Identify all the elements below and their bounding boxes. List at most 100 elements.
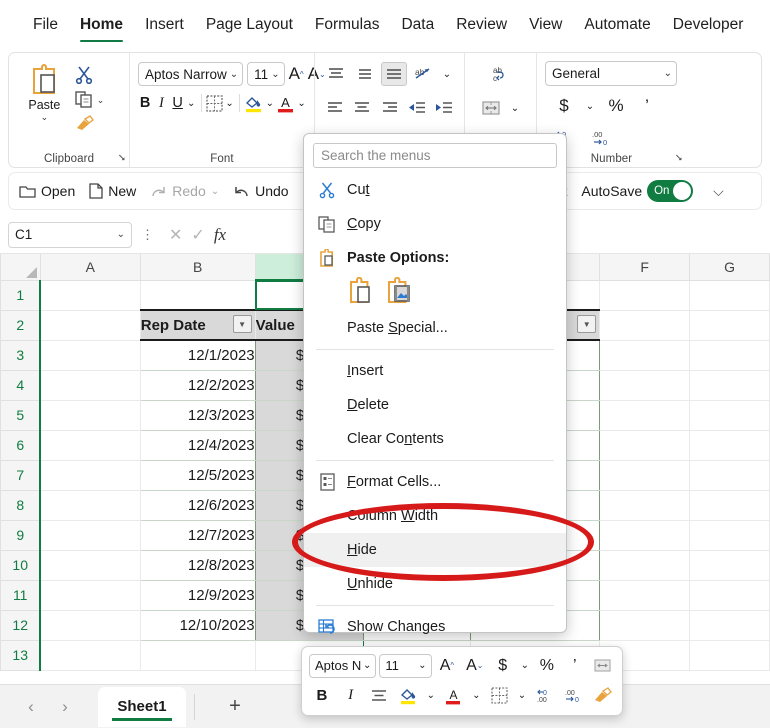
cell-f10[interactable] [599,549,691,581]
mini-shrink-font-button[interactable]: A ⌄ [462,654,487,678]
cell-g1[interactable] [689,279,770,311]
chevron-down-icon[interactable]: ⌄ [297,91,306,115]
cell-b3[interactable]: 12/1/2023 [139,339,256,371]
cell-f6[interactable] [599,429,691,461]
chevron-down-icon[interactable]: ⌄ [424,684,438,708]
chevron-down-icon[interactable]: ⌄ [469,684,483,708]
cell-f4[interactable] [599,369,691,401]
cell-a6[interactable] [39,429,141,461]
cell-b10[interactable]: 12/8/2023 [139,549,256,581]
cancel-formula-icon[interactable]: ✕ [169,225,182,245]
chevron-down-icon[interactable]: ⌄ [41,113,49,122]
cell-f8[interactable] [599,489,691,521]
enter-formula-icon[interactable]: ✓ [191,225,204,245]
wrap-text-button[interactable]: ab c [488,62,514,86]
menu-item-column-width[interactable]: Column Width [304,499,566,533]
menu-item-clear-contents[interactable]: Clear Contents [304,422,566,456]
align-center-button[interactable] [350,96,374,120]
qat-open-button[interactable]: Open [19,183,75,199]
align-left-button[interactable] [323,96,347,120]
menu-item-cut[interactable]: Cut [304,173,566,207]
menu-search-input[interactable]: Search the menus [313,143,557,168]
font-color-button[interactable]: A [276,91,295,115]
cell-a7[interactable] [39,459,141,491]
menu-item-hide[interactable]: Hide [304,533,566,567]
cell-f12[interactable] [599,609,691,641]
column-header-b[interactable]: B [139,254,256,281]
autosave-switch[interactable]: On [647,180,694,202]
select-all-corner[interactable] [0,254,41,281]
paste-picture-icon[interactable] [385,277,411,305]
cell-g2[interactable] [689,309,770,341]
qat-undo-button[interactable]: Undo [233,183,289,199]
mini-font-name-combo[interactable]: Aptos N ⌄ [309,653,377,678]
cell-f5[interactable] [599,399,691,431]
cell-g10[interactable] [689,549,770,581]
name-box[interactable]: C1 ⌄ [8,221,132,248]
copy-button[interactable]: ⌄ [74,88,104,110]
mini-increase-decimal-button[interactable]: 0 .00 [532,684,558,708]
fill-color-button[interactable] [244,91,263,115]
cell-g7[interactable] [689,459,770,491]
cell-a8[interactable] [39,489,141,521]
sheet-tab-sheet1[interactable]: Sheet1 [98,686,186,727]
mini-percent-button[interactable]: % [534,654,559,678]
merge-center-button[interactable] [478,96,504,120]
cell-b13[interactable] [139,639,256,671]
menu-item-paste-special[interactable]: Paste Special... [304,311,566,345]
cell-a1[interactable] [39,279,141,311]
row-header-1[interactable]: 1 [0,279,42,311]
cell-g5[interactable] [689,399,770,431]
row-header-10[interactable]: 10 [0,549,42,581]
align-bottom-button[interactable] [381,62,407,86]
cell-b7[interactable]: 12/5/2023 [139,459,256,491]
mini-comma-button[interactable]: ’ [562,654,587,678]
mini-grow-font-button[interactable]: A ^ [435,654,460,678]
mini-merge-button[interactable] [590,654,615,678]
cell-b9[interactable]: 12/7/2023 [139,519,256,551]
mini-bold-button[interactable]: B [309,684,335,708]
tab-file[interactable]: File [22,12,69,40]
row-header-9[interactable]: 9 [0,519,42,551]
column-header-f[interactable]: F [599,254,691,281]
row-header-3[interactable]: 3 [0,339,42,371]
add-sheet-button[interactable]: + [217,693,253,721]
cell-f7[interactable] [599,459,691,491]
decrease-decimal-button[interactable]: .00 0 [588,126,614,150]
mini-borders-button[interactable] [486,684,512,708]
chevron-down-icon[interactable]: ⌄ [507,96,523,120]
underline-button[interactable]: U [171,91,185,115]
mini-align-button[interactable] [366,684,392,708]
align-right-button[interactable] [377,96,401,120]
cell-b11[interactable]: 12/9/2023 [139,579,256,611]
cell-b1[interactable] [139,279,256,311]
cell-a2[interactable] [39,309,141,341]
cell-a9[interactable] [39,519,141,551]
chevron-down-icon[interactable]: ⌄ [582,94,598,118]
insert-function-icon[interactable]: fx [214,225,226,245]
cell-a11[interactable] [39,579,141,611]
cell-a13[interactable] [39,639,141,671]
number-format-combo[interactable]: General ⌄ [545,61,677,86]
row-header-5[interactable]: 5 [0,399,42,431]
orientation-button[interactable]: ab [410,62,436,86]
tab-view[interactable]: View [518,12,573,40]
cell-b2[interactable]: Rep Date ▼ [139,309,256,341]
number-dialog-launcher-icon[interactable]: ⭨ [676,153,683,164]
column-header-a[interactable]: A [39,254,141,281]
tab-page-layout[interactable]: Page Layout [195,12,304,40]
cell-b6[interactable]: 12/4/2023 [139,429,256,461]
menu-item-format-cells[interactable]: Format Cells... [304,465,566,499]
bold-button[interactable]: B [138,91,152,115]
mini-fill-color-button[interactable] [395,684,421,708]
paste-values-icon[interactable] [347,277,373,305]
chevron-down-icon[interactable]: ⌄ [225,91,234,115]
menu-item-copy[interactable]: Copy [304,207,566,241]
row-header-6[interactable]: 6 [0,429,42,461]
menu-item-delete[interactable]: Delete [304,388,566,422]
cell-g12[interactable] [689,609,770,641]
tab-formulas[interactable]: Formulas [304,12,391,40]
chevron-down-icon[interactable]: ⌄ [515,684,529,708]
cell-g8[interactable] [689,489,770,521]
qat-new-button[interactable]: New [89,183,136,199]
